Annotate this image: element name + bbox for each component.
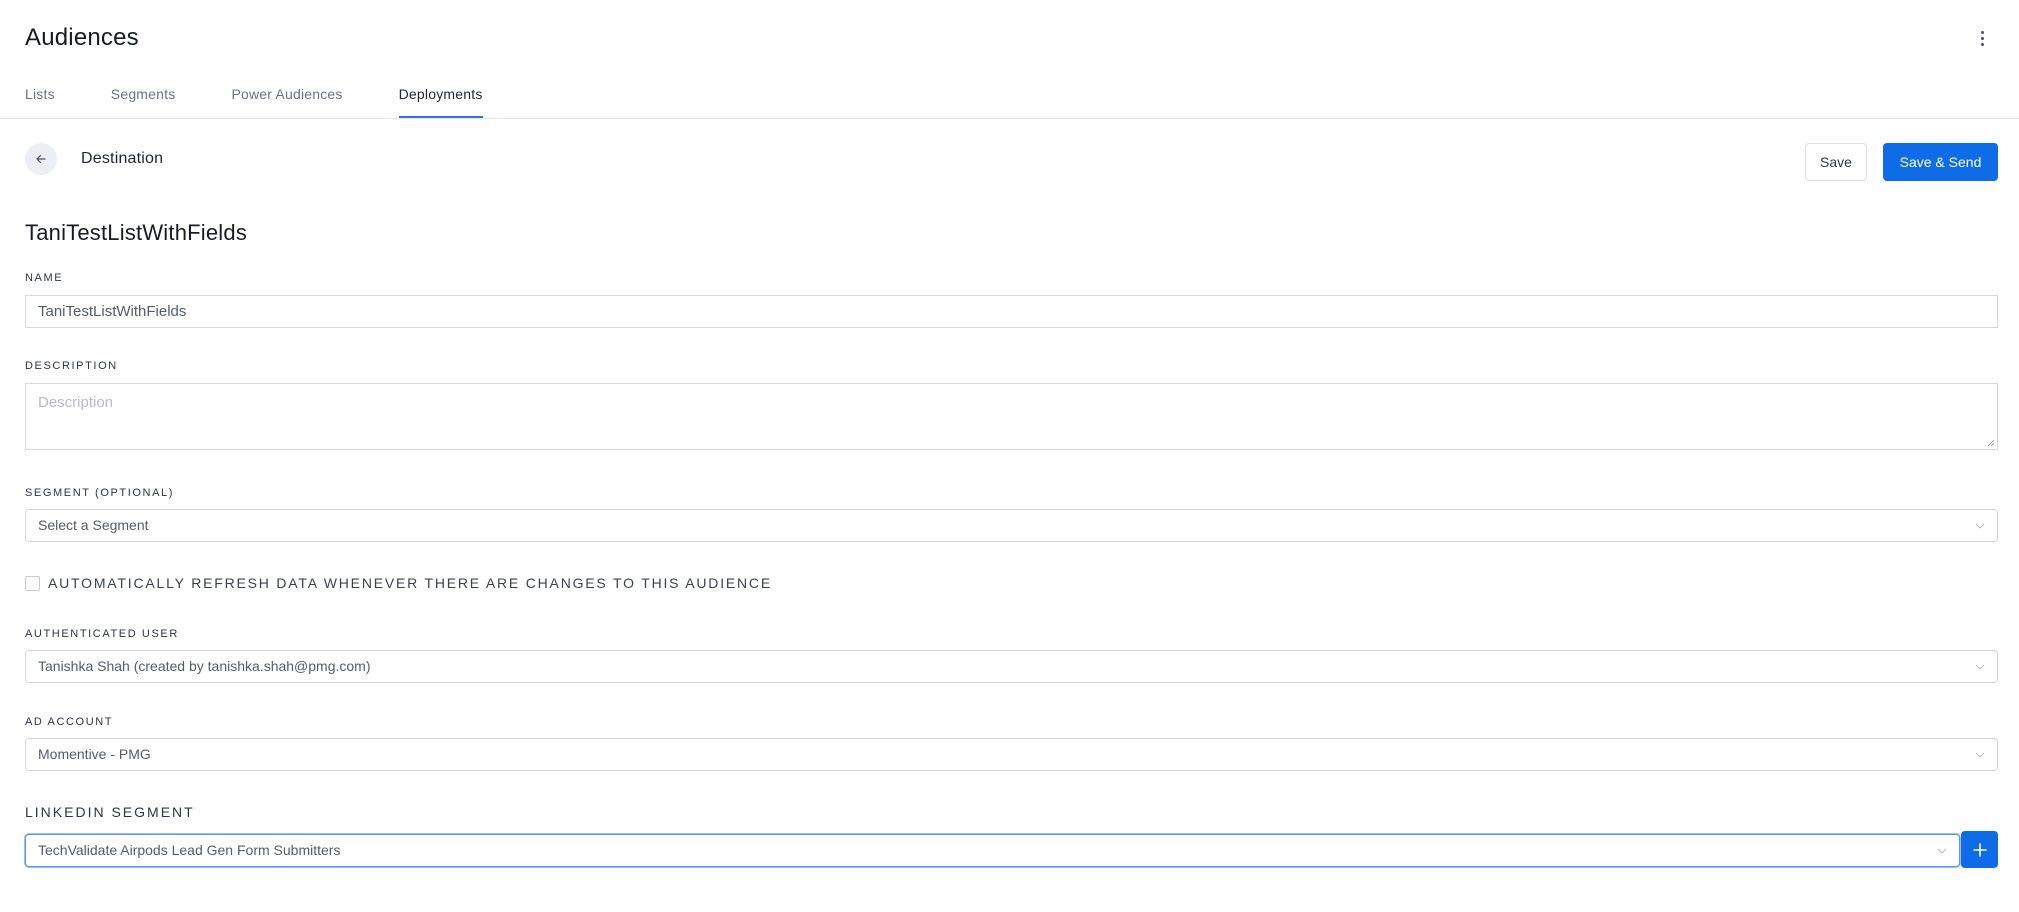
auto-refresh-checkbox[interactable] <box>25 575 40 591</box>
authenticated-user-value: Tanishka Shah (created by tanishka.shah@… <box>38 658 371 674</box>
arrow-left-icon <box>36 154 46 164</box>
back-button[interactable] <box>25 143 57 175</box>
auto-refresh-label: AUTOMATICALLY REFRESH DATA WHENEVER THER… <box>48 575 772 591</box>
authenticated-user-label: Authenticated User <box>25 628 179 640</box>
linkedin-segment-label: LinkedIn Segment <box>25 804 195 820</box>
ad-account-label: Ad Account <box>25 716 114 728</box>
ad-account-select[interactable]: Momentive - PMG <box>25 738 1998 771</box>
description-label: Description <box>25 360 118 372</box>
segment-select[interactable]: Select a Segment <box>25 509 1998 542</box>
description-placeholder: Description <box>38 394 114 411</box>
tab-deployments[interactable]: Deployments <box>398 86 483 118</box>
ad-account-value: Momentive - PMG <box>38 746 151 762</box>
name-label: Name <box>25 272 64 284</box>
segment-select-value: Select a Segment <box>38 517 149 533</box>
authenticated-user-select[interactable]: Tanishka Shah (created by tanishka.shah@… <box>25 650 1998 683</box>
tab-segments[interactable]: Segments <box>111 86 176 118</box>
segment-label: Segment (Optional) <box>25 487 174 499</box>
description-field[interactable]: Description <box>25 383 1998 450</box>
linkedin-segment-select[interactable]: TechValidate Airpods Lead Gen Form Submi… <box>25 834 1960 867</box>
destination-title: Destination <box>81 150 164 167</box>
tab-bar: Lists Segments Power Audiences Deploymen… <box>25 86 539 118</box>
list-title: TaniTestListWithFields <box>25 220 248 245</box>
tab-lists[interactable]: Lists <box>25 86 55 118</box>
auto-refresh-option[interactable]: AUTOMATICALLY REFRESH DATA WHENEVER THER… <box>25 575 772 591</box>
chevron-down-icon <box>1975 523 1985 529</box>
chevron-down-icon <box>1975 664 1985 670</box>
add-linkedin-segment-button[interactable] <box>1961 831 1998 868</box>
kebab-vertical-icon[interactable] <box>1972 26 1992 50</box>
resize-grip-icon[interactable] <box>1987 439 1995 447</box>
tabs-divider <box>0 118 2019 119</box>
chevron-down-icon <box>1975 752 1985 758</box>
chevron-down-icon <box>1937 848 1947 854</box>
plus-icon <box>1972 842 1987 857</box>
save-and-send-button[interactable]: Save & Send <box>1883 143 1998 181</box>
save-button[interactable]: Save <box>1805 143 1867 181</box>
tab-power-audiences[interactable]: Power Audiences <box>231 86 342 118</box>
page-title: Audiences <box>25 24 139 51</box>
name-field[interactable]: TaniTestListWithFields <box>25 295 1998 328</box>
linkedin-segment-value: TechValidate Airpods Lead Gen Form Submi… <box>38 842 341 858</box>
